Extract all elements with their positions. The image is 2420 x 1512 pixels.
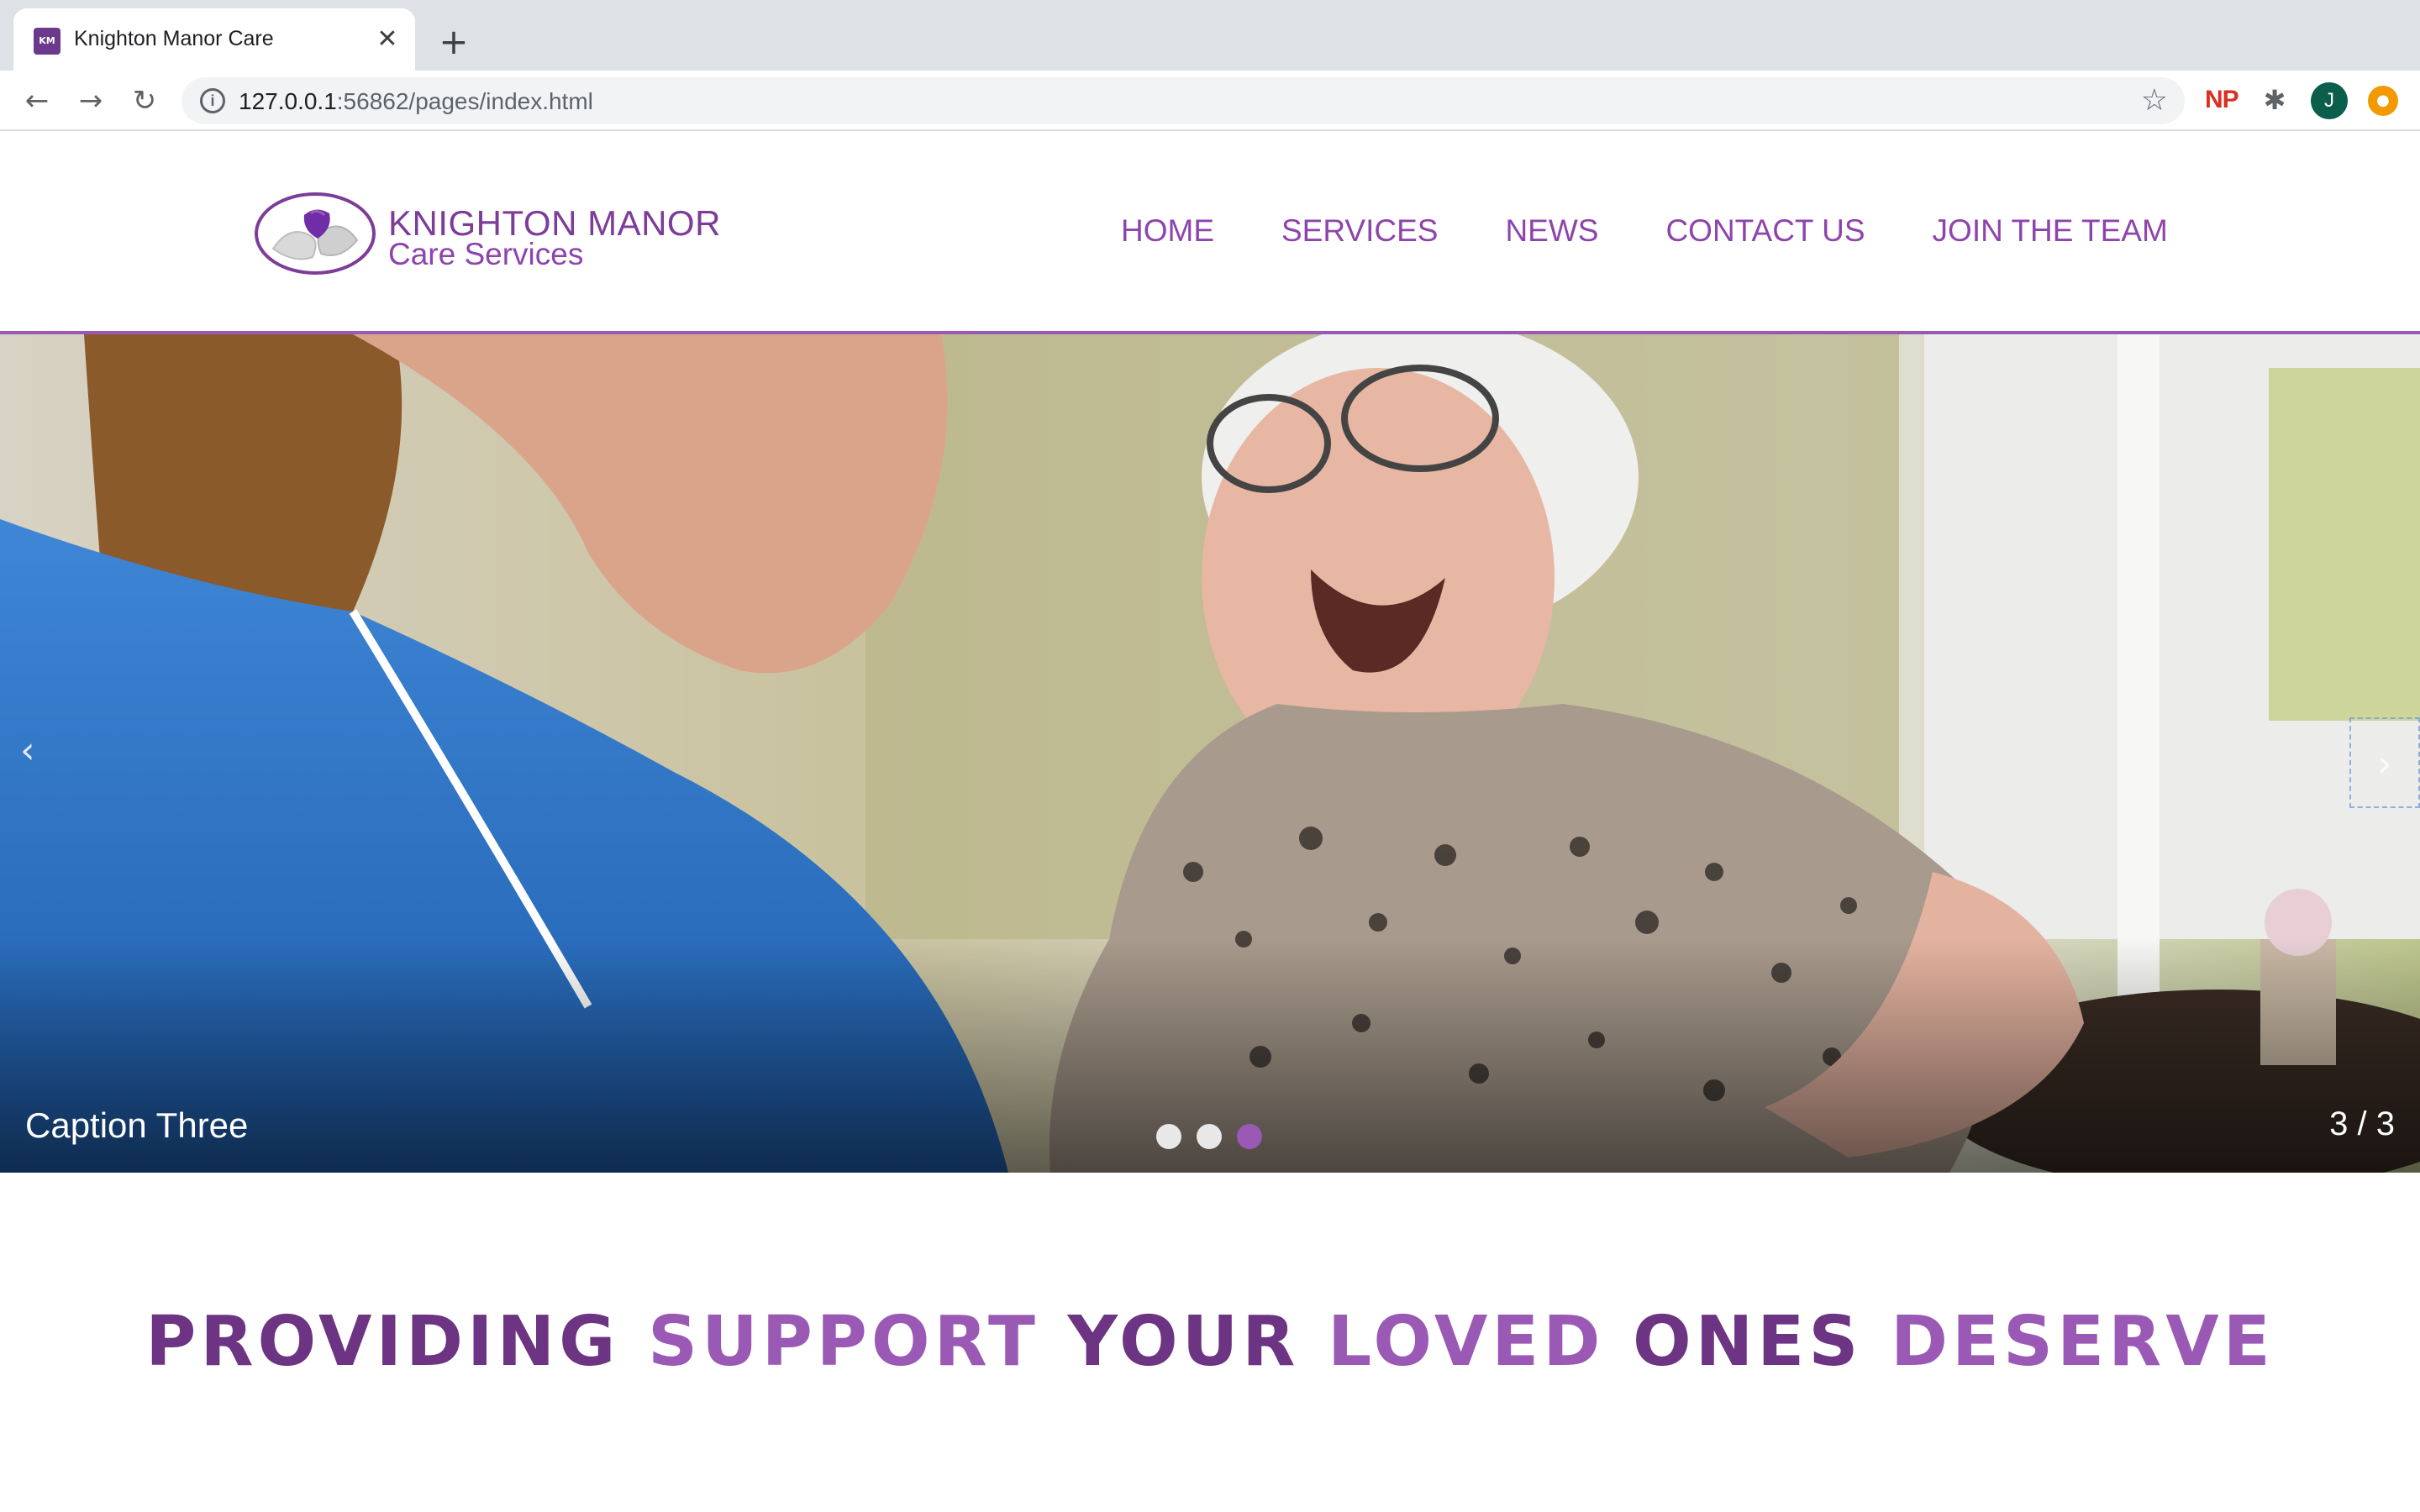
slide-counter: 3 / 3 xyxy=(2329,1105,2395,1142)
slide-caption: Caption Three xyxy=(25,1105,249,1145)
orange-extension-icon[interactable]: ● xyxy=(2368,86,2398,116)
url-path: :56862/pages/index.html xyxy=(336,88,593,114)
nav-services[interactable]: SERVICES xyxy=(1281,213,1438,249)
carousel-next-icon[interactable]: › xyxy=(2349,717,2420,808)
address-bar[interactable]: i 127.0.0.1:56862/pages/index.html ☆ xyxy=(182,77,2185,124)
hero-carousel[interactable]: ‹ › Caption Three 3 / 3 xyxy=(0,334,2420,1173)
forward-icon[interactable]: → xyxy=(72,82,109,119)
page-headline: PROVIDING SUPPORT YOUR LOVED ONES DESERV… xyxy=(0,1302,2420,1382)
nav-home[interactable]: HOME xyxy=(1121,213,1214,249)
browser-tabstrip: KM Knighton Manor Care ✕ + xyxy=(0,0,2420,71)
main-navigation: HOME SERVICES NEWS CONTACT US JOIN THE T… xyxy=(1121,213,2168,249)
tab-title: Knighton Manor Care xyxy=(74,27,274,50)
headline-word: LOVED xyxy=(1328,1302,1605,1382)
extensions-puzzle-icon[interactable]: ✱ xyxy=(2259,84,2291,116)
np-extension-icon[interactable]: NP xyxy=(2205,86,2239,114)
nav-join-the-team[interactable]: JOIN THE TEAM xyxy=(1933,213,2168,249)
nav-news[interactable]: NEWS xyxy=(1505,213,1598,249)
headline-word: YOUR xyxy=(1067,1302,1300,1382)
site-logo[interactable]: KNIGHTON MANOR Care Services xyxy=(252,190,756,282)
browser-toolbar: ← → ↻ i 127.0.0.1:56862/pages/index.html… xyxy=(0,71,2420,131)
logo-hands-icon xyxy=(255,192,376,275)
site-header: KNIGHTON MANOR Care Services HOME SERVIC… xyxy=(0,133,2420,334)
carousel-dot[interactable] xyxy=(1156,1124,1181,1149)
new-tab-icon[interactable]: + xyxy=(435,24,472,60)
carousel-dots xyxy=(1156,1124,1262,1149)
carousel-prev-icon[interactable]: ‹ xyxy=(20,729,35,772)
info-icon[interactable]: i xyxy=(200,88,225,113)
url-text[interactable]: 127.0.0.1:56862/pages/index.html xyxy=(239,88,593,115)
back-icon[interactable]: ← xyxy=(18,82,55,119)
carousel-dot[interactable] xyxy=(1197,1124,1222,1149)
headline-word: PROVIDING xyxy=(145,1302,620,1382)
reload-icon[interactable]: ↻ xyxy=(126,82,163,119)
close-tab-icon[interactable]: ✕ xyxy=(371,24,403,55)
nav-contact-us[interactable]: CONTACT US xyxy=(1665,213,1865,249)
headline-word: DESERVE xyxy=(1890,1302,2275,1382)
logo-subtitle: Care Services xyxy=(388,237,584,271)
url-host: 127.0.0.1 xyxy=(239,88,337,114)
profile-avatar[interactable]: J xyxy=(2311,82,2348,119)
bookmark-star-icon[interactable]: ☆ xyxy=(2141,84,2168,118)
browser-tab[interactable]: KM Knighton Manor Care ✕ xyxy=(13,8,415,71)
carousel-dot-active[interactable] xyxy=(1237,1124,1262,1149)
favicon-icon: KM xyxy=(34,28,60,55)
headline-word: SUPPORT xyxy=(648,1302,1039,1382)
headline-word: ONES xyxy=(1632,1302,1863,1382)
